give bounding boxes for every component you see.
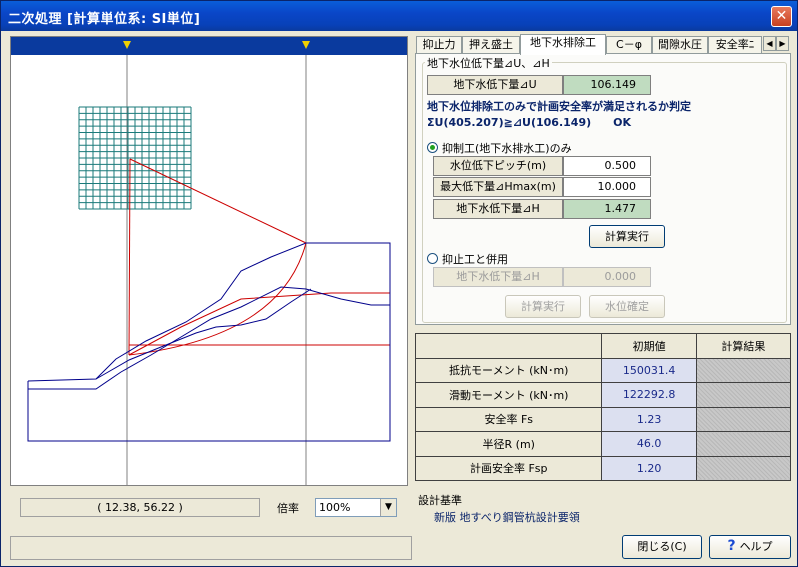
window-close-button[interactable]: ✕	[771, 6, 792, 27]
tab-counterweight-fill[interactable]: 押え盛土	[462, 36, 520, 54]
groundwater-groupbox: 地下水位低下量⊿U、⊿H 地下水低下量⊿U 106.149 地下水位排除工のみで…	[422, 55, 787, 323]
table-row: 滑動モーメント (kN･m) 122292.8	[414, 382, 792, 408]
du-label: 地下水低下量⊿U	[427, 75, 563, 95]
results-table: 初期値 計算結果 抵抗モーメント (kN･m) 150031.4 滑動モーメント…	[414, 333, 792, 481]
judgement-text: 地下水位排除工のみで計画安全率が満足されるか判定	[427, 100, 691, 113]
row-initial: 46.0	[601, 431, 697, 457]
zoom-select[interactable]: 100% ▼	[315, 498, 397, 517]
option-combined[interactable]: 抑止工と併用	[427, 251, 508, 267]
row-initial: 122292.8	[601, 382, 697, 408]
header-result: 計算結果	[695, 333, 792, 359]
dh2-label: 地下水低下量⊿H	[433, 267, 563, 287]
header-blank	[414, 333, 603, 359]
hmax-input[interactable]: 10.000	[563, 177, 651, 197]
title-bar: 二次処理 [計算単位系: SI単位] ✕	[1, 1, 797, 31]
du-value: 106.149	[563, 75, 651, 95]
row-initial: 150031.4	[601, 357, 697, 383]
status-bar	[10, 536, 412, 560]
slip-circle	[128, 158, 390, 356]
groundwater-tab-page: 地下水位低下量⊿U、⊿H 地下水低下量⊿U 106.149 地下水位排除工のみで…	[415, 53, 791, 325]
center-search-grid	[78, 106, 192, 210]
row-initial: 1.20	[601, 455, 697, 481]
tab-groundwater-drainage[interactable]: 地下水排除工	[520, 34, 606, 55]
row-result	[695, 382, 792, 408]
table-row: 抵抗モーメント (kN･m) 150031.4	[414, 357, 792, 383]
tab-safety-factor[interactable]: 安全率ﾆ	[708, 36, 762, 54]
tab-scroll-right-icon[interactable]: ▶	[776, 36, 789, 51]
tab-c-phi[interactable]: C－φ	[606, 36, 652, 54]
dh-value: 1.477	[563, 199, 651, 219]
tab-scroll-left-icon[interactable]: ◀	[763, 36, 776, 51]
zoom-label: 倍率	[277, 502, 299, 515]
row-name: 抵抗モーメント (kN･m)	[414, 357, 603, 383]
design-standard-title: 設計基準	[418, 494, 462, 507]
ground-lines	[27, 242, 391, 442]
tab-restraint-force[interactable]: 抑止力	[416, 36, 462, 54]
radio-checked-icon[interactable]	[427, 142, 438, 153]
table-row: 計画安全率 Fsp 1.20	[414, 455, 792, 481]
design-standard-value: 新版 地すべり鋼管杭設計要領	[434, 511, 580, 524]
radio-unchecked-icon[interactable]	[427, 253, 438, 264]
row-result	[695, 455, 792, 481]
chevron-down-icon[interactable]: ▼	[380, 499, 396, 516]
table-row: 安全率 Fs 1.23	[414, 406, 792, 432]
slope-drawing	[27, 41, 391, 485]
calc2-button[interactable]: 計算実行	[505, 295, 581, 318]
marker-icon[interactable]	[302, 41, 310, 49]
row-result	[695, 431, 792, 457]
row-result	[695, 357, 792, 383]
confirm-water-level-button[interactable]: 水位確定	[589, 295, 665, 318]
marker-icon[interactable]	[123, 41, 131, 49]
table-header: 初期値 計算結果	[414, 333, 792, 359]
pitch-input[interactable]: 0.500	[563, 156, 651, 176]
header-initial: 初期値	[601, 333, 697, 359]
tab-pore-pressure[interactable]: 間隙水圧	[652, 36, 708, 54]
option-drainage-only-label: 抑制工(地下水排水工)のみ	[442, 142, 572, 155]
row-name: 滑動モーメント (kN･m)	[414, 382, 603, 408]
dh-label: 地下水低下量⊿H	[433, 199, 563, 219]
help-icon: ?	[727, 538, 736, 554]
option-combined-label: 抑止工と併用	[442, 253, 508, 266]
row-name: 安全率 Fs	[414, 406, 603, 432]
calc-button[interactable]: 計算実行	[589, 225, 665, 248]
row-name: 計画安全率 Fsp	[414, 455, 603, 481]
group-title: 地下水位低下量⊿U、⊿H	[425, 55, 552, 71]
judgement-result: ΣU(405.207)≧⊿U(106.149) OK	[427, 116, 631, 129]
help-label: ヘルプ	[739, 540, 773, 553]
help-button[interactable]: ? ヘルプ	[709, 535, 791, 559]
hmax-label: 最大低下量⊿Hmax(m)	[433, 177, 563, 197]
coordinate-readout: ( 12.38, 56.22 )	[20, 498, 260, 517]
row-result	[695, 406, 792, 432]
row-name: 半径R (m)	[414, 431, 603, 457]
close-button[interactable]: 閉じる(C)	[622, 535, 702, 559]
tab-bar: 抑止力 押え盛土 地下水排除工 C－φ 間隙水圧 安全率ﾆ ◀ ▶	[416, 34, 791, 55]
row-initial: 1.23	[601, 406, 697, 432]
pitch-label: 水位低下ピッチ(m)	[433, 156, 563, 176]
window-title: 二次処理 [計算単位系: SI単位]	[8, 12, 201, 27]
option-drainage-only[interactable]: 抑制工(地下水排水工)のみ	[427, 140, 572, 156]
zoom-value: 100%	[319, 501, 351, 514]
drawing-canvas[interactable]	[10, 36, 408, 486]
main-window: 二次処理 [計算単位系: SI単位] ✕ (12.38, 56.22) 倍率…	[0, 0, 798, 567]
dh2-value: 0.000	[563, 267, 651, 287]
table-row: 半径R (m) 46.0	[414, 431, 792, 457]
